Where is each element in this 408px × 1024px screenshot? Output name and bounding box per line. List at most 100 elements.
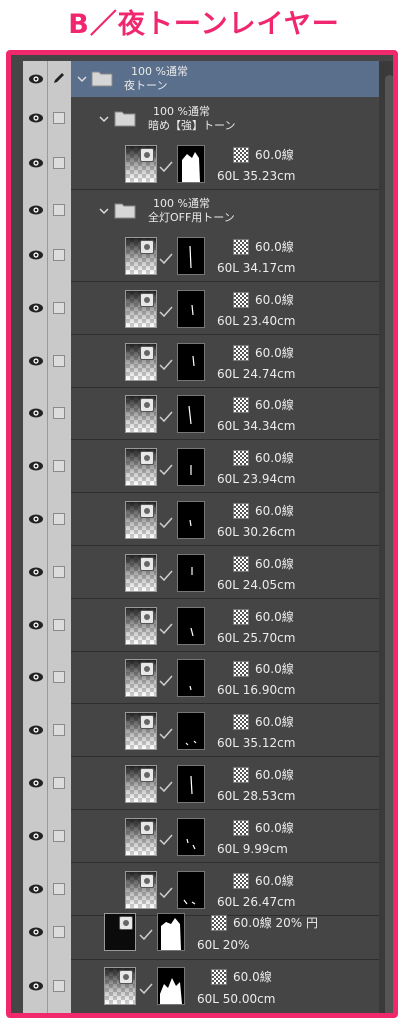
lock-checkbox[interactable] bbox=[53, 566, 65, 578]
chevron-down-icon[interactable] bbox=[99, 206, 109, 216]
layer-row[interactable]: 60.0線 60L 30.26cm bbox=[11, 493, 393, 545]
checkmark-icon bbox=[139, 929, 153, 941]
mask-shape bbox=[190, 627, 194, 637]
lock-checkbox[interactable] bbox=[53, 513, 65, 525]
layer-row[interactable]: 60.0線 60L 16.90cm bbox=[11, 651, 393, 703]
tone-pattern-icon bbox=[233, 292, 249, 308]
checkmark-icon bbox=[159, 834, 173, 846]
eye-icon[interactable] bbox=[28, 881, 44, 897]
layer-mask-thumbnail bbox=[177, 395, 205, 433]
layer-row[interactable]: 60.0線 60L 23.40cm bbox=[11, 282, 393, 334]
tone-pattern-icon bbox=[233, 767, 249, 783]
layer-thumbnail bbox=[125, 818, 157, 856]
lock-checkbox[interactable] bbox=[53, 407, 65, 419]
eye-icon[interactable] bbox=[28, 202, 44, 218]
tone-pattern-icon bbox=[233, 345, 249, 361]
eye-icon[interactable] bbox=[28, 300, 44, 316]
lock-checkbox[interactable] bbox=[53, 112, 65, 124]
layer-mask-thumbnail bbox=[177, 237, 205, 275]
tone-pattern-icon bbox=[233, 147, 249, 163]
tone-pattern-icon bbox=[233, 503, 249, 519]
layer-row[interactable]: 60.0線 20% 円 60L 20% bbox=[11, 905, 393, 959]
lock-checkbox[interactable] bbox=[53, 883, 65, 895]
layer-row[interactable]: 60.0線 60L 34.17cm bbox=[11, 229, 393, 281]
eye-icon[interactable] bbox=[28, 458, 44, 474]
layer-row[interactable]: 60.0線 60L 9.99cm bbox=[11, 810, 393, 862]
lock-checkbox[interactable] bbox=[53, 302, 65, 314]
tone-line-label: 60.0線 bbox=[255, 610, 294, 624]
eye-icon[interactable] bbox=[28, 564, 44, 580]
folder-row-night-tone[interactable]: 100 %通常 夜トーン bbox=[11, 61, 393, 97]
mask-shape bbox=[182, 152, 200, 182]
eye-icon[interactable] bbox=[28, 405, 44, 421]
tone-line-label: 60.0線 bbox=[255, 821, 294, 835]
tone-size-label: 60L 25.70cm bbox=[217, 631, 296, 645]
layer-row[interactable]: 60.0線 60L 24.74cm bbox=[11, 335, 393, 387]
eye-icon[interactable] bbox=[28, 978, 44, 994]
layer-thumbnail bbox=[125, 765, 157, 803]
eye-icon[interactable] bbox=[28, 924, 44, 940]
eye-icon[interactable] bbox=[28, 247, 44, 263]
lock-checkbox[interactable] bbox=[53, 980, 65, 992]
layer-row[interactable]: 60.0線 60L 35.12cm bbox=[11, 704, 393, 756]
eye-icon[interactable] bbox=[28, 775, 44, 791]
eye-icon[interactable] bbox=[28, 71, 44, 87]
selected-highlight bbox=[71, 61, 379, 97]
tone-pattern-icon bbox=[233, 239, 249, 255]
tone-size-label: 60L 23.94cm bbox=[217, 472, 296, 486]
layer-mask-thumbnail bbox=[177, 871, 205, 909]
lock-checkbox[interactable] bbox=[53, 724, 65, 736]
eye-icon[interactable] bbox=[28, 722, 44, 738]
layer-row[interactable]: 60.0線 60L 24.05cm bbox=[11, 546, 393, 598]
tone-pattern-icon bbox=[233, 873, 249, 889]
tone-line-label: 60.0線 bbox=[255, 715, 294, 729]
tone-size-label: 60L 34.34cm bbox=[217, 419, 296, 433]
layer-row[interactable]: 60.0線 60L 25.70cm bbox=[11, 599, 393, 651]
lock-checkbox[interactable] bbox=[53, 926, 65, 938]
row-divider bbox=[71, 189, 379, 190]
eye-icon[interactable] bbox=[28, 353, 44, 369]
mask-shape bbox=[188, 405, 192, 425]
tone-layer-badge-icon bbox=[140, 148, 154, 162]
tone-size-label: 60L 24.74cm bbox=[217, 367, 296, 381]
layer-row[interactable]: 60.0線 60L 50.00cm bbox=[11, 959, 393, 1013]
eye-icon[interactable] bbox=[28, 828, 44, 844]
layer-row[interactable]: 60.0線 60L 34.34cm bbox=[11, 387, 393, 439]
lock-checkbox[interactable] bbox=[53, 249, 65, 261]
eye-icon[interactable] bbox=[28, 617, 44, 633]
checkmark-icon bbox=[159, 570, 173, 582]
eye-icon[interactable] bbox=[28, 669, 44, 685]
tone-size-label: 60L 28.53cm bbox=[217, 789, 296, 803]
layer-row[interactable]: 60.0線 60L 28.53cm bbox=[11, 757, 393, 809]
layer-row[interactable]: 60.0線 60L 23.94cm bbox=[11, 440, 393, 492]
eye-icon[interactable] bbox=[28, 511, 44, 527]
lock-checkbox[interactable] bbox=[53, 460, 65, 472]
lock-checkbox[interactable] bbox=[53, 355, 65, 367]
eye-icon[interactable] bbox=[28, 110, 44, 126]
tone-layer-badge-icon bbox=[140, 398, 154, 412]
chevron-down-icon[interactable] bbox=[77, 74, 87, 84]
folder-row-dark-strong-tone[interactable]: 100 %通常 暗め【強】トーン bbox=[11, 99, 393, 137]
layer-thumbnail bbox=[125, 554, 157, 592]
folder-name-label: 全灯OFF用トーン bbox=[148, 211, 235, 224]
layer-mask-thumbnail bbox=[177, 765, 205, 803]
lock-checkbox[interactable] bbox=[53, 619, 65, 631]
layer-row[interactable]: 60.0線 60L 35.23cm bbox=[11, 137, 393, 189]
tone-layer-badge-icon bbox=[140, 293, 154, 307]
folder-blend-label: 100 %通常 bbox=[153, 105, 210, 118]
tone-layer-badge-icon bbox=[140, 504, 154, 518]
tone-line-label: 60.0線 bbox=[255, 346, 294, 360]
checkmark-icon bbox=[159, 675, 173, 687]
lock-checkbox[interactable] bbox=[53, 671, 65, 683]
tone-pattern-icon bbox=[233, 661, 249, 677]
layer-thumbnail bbox=[104, 913, 136, 951]
tone-size-label: 60L 24.05cm bbox=[217, 578, 296, 592]
tone-line-label: 60.0線 bbox=[255, 874, 294, 888]
chevron-down-icon[interactable] bbox=[99, 114, 109, 124]
eye-icon[interactable] bbox=[28, 155, 44, 171]
lock-checkbox[interactable] bbox=[53, 777, 65, 789]
lock-checkbox[interactable] bbox=[53, 157, 65, 169]
lock-checkbox[interactable] bbox=[53, 830, 65, 842]
folder-row-all-lights-off-tone[interactable]: 100 %通常 全灯OFF用トーン bbox=[11, 191, 393, 229]
lock-checkbox[interactable] bbox=[53, 204, 65, 216]
